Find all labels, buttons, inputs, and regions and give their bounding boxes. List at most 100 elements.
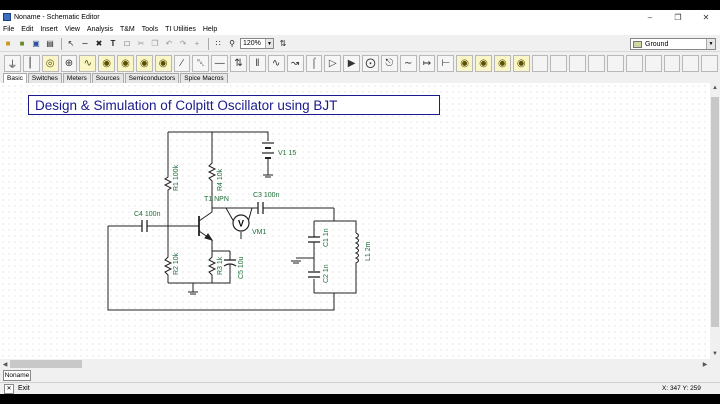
menu-tools[interactable]: Tools (142, 26, 158, 33)
scroll-left-icon[interactable]: ◀ (0, 359, 10, 369)
motor-icon[interactable]: ◉ (475, 54, 492, 72)
tab-basic[interactable]: Basic (3, 73, 27, 83)
empty-slot[interactable] (625, 54, 643, 72)
wire-icon[interactable]: ∽ (79, 38, 91, 50)
zoom-icon[interactable]: ⚲ (226, 38, 238, 50)
resistor-r4[interactable] (207, 161, 217, 185)
battery-v1[interactable] (262, 142, 274, 163)
fuse-icon[interactable]: ∼ (399, 54, 417, 72)
diode-icon[interactable]: ▷ (324, 54, 342, 72)
add-icon[interactable]: + (191, 38, 203, 50)
zoom-select[interactable]: 120% ▼ (240, 38, 274, 49)
tab-spice-macros[interactable]: Spice Macros (180, 73, 228, 83)
capacitor-c2[interactable] (308, 271, 320, 278)
capacitor-c3[interactable] (256, 202, 266, 214)
exit-icon[interactable]: ✕ (4, 383, 14, 394)
circuit-diagram[interactable]: V V1 15 C3 100n C4 100n VM1 T1 NPN R1 10… (0, 83, 710, 359)
tab-switches[interactable]: Switches (27, 73, 62, 83)
grid-icon[interactable]: ∷ (212, 38, 224, 50)
delete-icon[interactable]: ✖ (93, 38, 105, 50)
zener-icon[interactable]: ▶ (343, 54, 361, 72)
tab-semiconductors[interactable]: Semiconductors (124, 73, 180, 83)
horizontal-scroll-thumb[interactable] (10, 360, 82, 368)
inductor-icon[interactable]: ∿ (267, 54, 285, 72)
transformer-icon[interactable]: ⌠ (305, 54, 323, 72)
empty-slot[interactable] (682, 54, 700, 72)
battery-icon[interactable]: ⎜ (22, 54, 40, 72)
undo-icon[interactable]: ↶ (163, 38, 175, 50)
menu-file[interactable]: File (3, 26, 14, 33)
restore-button[interactable]: ❐ (664, 10, 692, 24)
transistor-t1[interactable] (198, 208, 214, 243)
voltmeter-vm1[interactable]: V (232, 214, 250, 232)
empty-slot[interactable] (569, 54, 587, 72)
open-folder-icon[interactable]: ■ (2, 38, 14, 50)
capacitor-c1[interactable] (308, 236, 320, 244)
current-source-icon[interactable]: ⊕ (60, 54, 78, 72)
empty-slot[interactable] (607, 54, 624, 72)
menu-insert[interactable]: Insert (40, 26, 58, 33)
potentiometer-icon[interactable]: ↝ (286, 54, 304, 72)
minimize-button[interactable]: – (636, 10, 664, 24)
graphics-icon[interactable]: □ (121, 38, 133, 50)
empty-slot[interactable] (550, 54, 568, 72)
component-select[interactable]: Ground ▼ (630, 38, 716, 50)
buzzer-icon[interactable]: ◉ (512, 54, 530, 72)
close-button[interactable]: ✕ (692, 10, 720, 24)
scroll-down-icon[interactable]: ▼ (710, 349, 720, 359)
relay-icon[interactable]: ⎋ (380, 54, 398, 72)
vertical-scroll-thumb[interactable] (711, 97, 719, 327)
pushbutton-icon[interactable]: ␀ (192, 54, 210, 72)
text-icon[interactable]: T (107, 38, 119, 50)
vertical-scrollbar[interactable]: ▲ ▼ (710, 83, 720, 359)
lamp-icon[interactable]: ⨀ (362, 54, 379, 72)
scroll-up-icon[interactable]: ▲ (710, 83, 720, 93)
empty-slot[interactable] (531, 54, 549, 72)
switch-icon[interactable]: ∕ (173, 54, 191, 72)
speaker-icon[interactable]: ◉ (493, 54, 511, 72)
empty-slot[interactable] (644, 54, 662, 72)
print-icon[interactable]: ▤ (44, 38, 56, 50)
horizontal-scrollbar[interactable]: ◀ ▶ (0, 359, 710, 369)
menu-edit[interactable]: Edit (21, 26, 33, 33)
exit-label[interactable]: Exit (18, 385, 30, 392)
ammeter-icon[interactable]: ◉ (117, 54, 134, 72)
cut-icon[interactable]: ✂ (135, 38, 147, 50)
inductor-l1[interactable] (354, 232, 359, 266)
resistor-r2[interactable] (163, 254, 173, 279)
fit-icon[interactable]: ⇅ (277, 38, 289, 50)
oscilloscope-icon[interactable]: ◉ (154, 54, 172, 72)
voltage-source-icon[interactable]: ◎ (41, 54, 59, 72)
copy-icon[interactable]: ❐ (149, 38, 161, 50)
empty-slot[interactable] (588, 54, 605, 72)
menu-analysis[interactable]: Analysis (87, 26, 113, 33)
wire-tool-icon[interactable]: — (211, 54, 229, 72)
resistor-icon[interactable]: ⇅ (230, 54, 247, 72)
menu-ti-utilities[interactable]: TI Utilities (165, 26, 196, 33)
capacitor-icon[interactable]: ‖ (248, 54, 266, 72)
signal-generator-icon[interactable]: ◉ (135, 54, 153, 72)
empty-slot[interactable] (701, 54, 719, 72)
redo-icon[interactable]: ↷ (177, 38, 189, 50)
pointer-icon[interactable]: ↖ (65, 38, 77, 50)
schematic-canvas[interactable]: Design & Simulation of Colpitt Oscillato… (0, 83, 710, 359)
tab-meters[interactable]: Meters (62, 73, 91, 83)
menu-tm[interactable]: T&M (120, 26, 135, 33)
capacitor-c5[interactable] (223, 255, 237, 273)
tab-sources[interactable]: Sources (91, 73, 124, 83)
open-icon[interactable]: ■ (16, 38, 28, 50)
mosfet-icon[interactable]: ⊢ (437, 54, 455, 72)
ac-source-icon[interactable]: ∿ (79, 54, 97, 72)
menu-view[interactable]: View (65, 26, 80, 33)
ground-icon[interactable]: ⏚ (4, 54, 21, 72)
voltmeter-icon[interactable]: ◉ (98, 54, 116, 72)
scroll-right-icon[interactable]: ▶ (700, 359, 710, 369)
capacitor-c4[interactable] (138, 220, 151, 232)
bjt-icon[interactable]: ↦ (418, 54, 436, 72)
resistor-r1[interactable] (163, 175, 173, 191)
empty-slot[interactable] (663, 54, 681, 72)
sheet-tab[interactable]: Noname (3, 370, 31, 381)
save-icon[interactable]: ▣ (30, 38, 42, 50)
led-icon[interactable]: ◉ (456, 54, 474, 72)
menu-help[interactable]: Help (203, 26, 217, 33)
